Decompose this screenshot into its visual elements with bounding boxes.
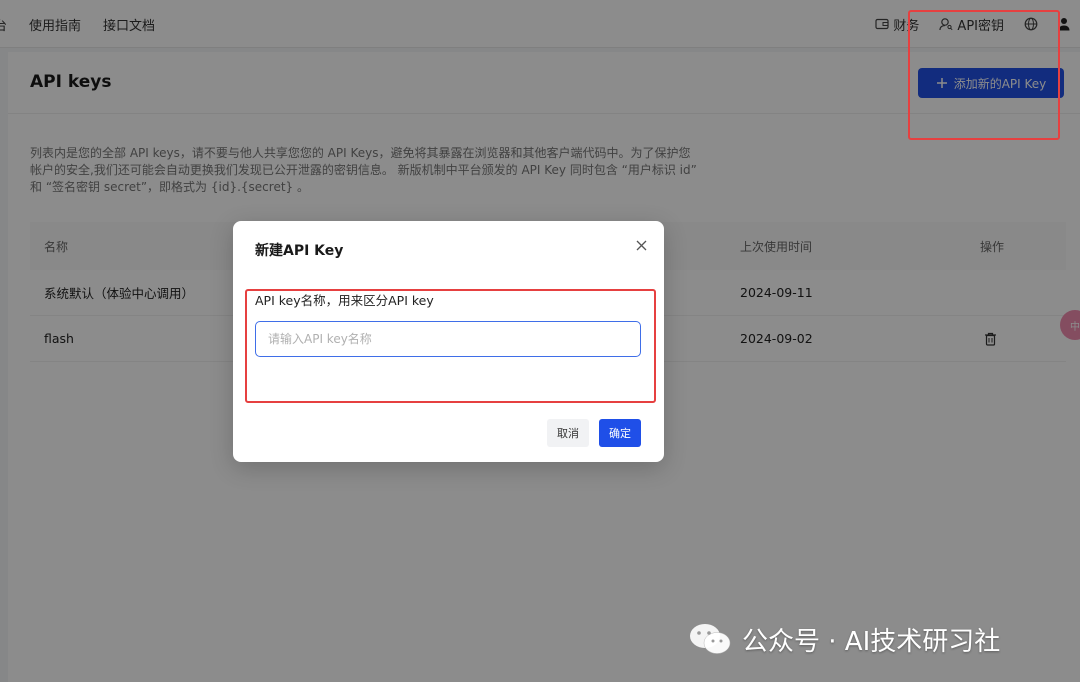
highlight-box-input [245,289,656,403]
dialog-title: 新建API Key [255,243,344,259]
watermark: 公众号 · AI技术研习社 [688,618,1000,660]
close-button[interactable] [631,235,651,255]
close-icon [636,240,647,251]
highlight-box-top-right [908,10,1060,140]
watermark-text: 公众号 · AI技术研习社 [742,626,1001,657]
confirm-button[interactable]: 确定 [599,419,641,447]
wechat-icon [688,622,732,656]
cancel-button[interactable]: 取消 [547,419,589,447]
